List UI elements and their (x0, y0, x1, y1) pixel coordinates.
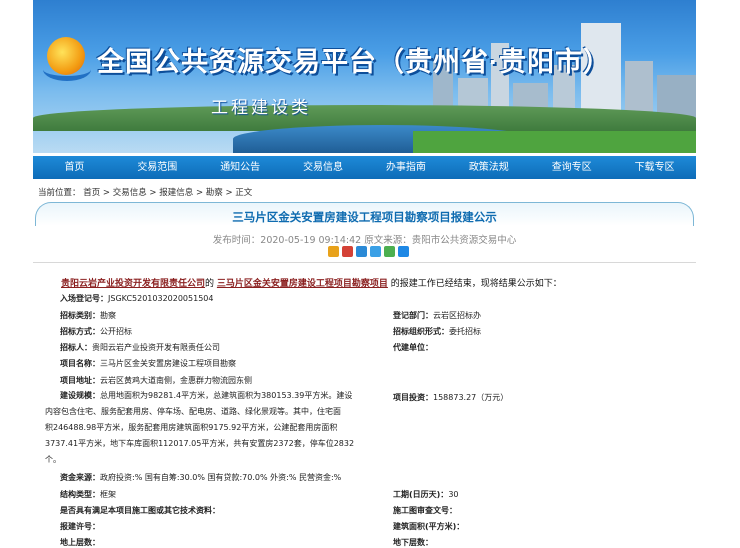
nav-policy[interactable]: 政策法规 (447, 156, 530, 179)
field-label: 招标组织形式： (393, 327, 449, 336)
field-value: 框架 (100, 490, 116, 499)
field-period: 工期(日历天)：30 (393, 489, 459, 500)
field-label: 施工图审查文号： (393, 506, 457, 515)
field-value: 云岩区招标办 (433, 311, 481, 320)
share-weibo-icon[interactable] (342, 246, 353, 257)
field-project-address: 项目地址：云岩区黄鸡大道南侧，金惠群力物流园东侧 (60, 375, 252, 386)
field-label: 建筑面积(平方米)： (393, 522, 465, 531)
field-label: 报建许号： (60, 522, 100, 531)
field-label: 工期(日历天)： (393, 490, 449, 499)
field-label: 登记部门： (393, 311, 433, 320)
field-type: 招标类别：勘察 (60, 310, 116, 321)
divider (33, 262, 696, 263)
field-label: 结构类型： (60, 490, 100, 499)
field-building-area: 建筑面积(平方米)： (393, 521, 464, 532)
field-value: 158873.27（万元） (433, 393, 509, 402)
intro-tail: 的报建工作已经结束，现将结果公示如下： (390, 279, 562, 289)
field-label: 代建单位： (393, 343, 433, 352)
field-agent: 代建单位： (393, 342, 433, 353)
page: 全国公共资源交易平台（贵州省·贵阳市） 工程建设类 首页 交易范围 通知公告 交… (33, 0, 696, 547)
article-meta: 发布时间：2020-05-19 09:14:42 原文来源：贵阳市公共资源交易中… (212, 235, 517, 246)
field-project-name: 项目名称：三马片区金关安置房建设工程项目勘察 (60, 358, 236, 369)
field-value: 委托招标 (449, 327, 481, 336)
nav-guide[interactable]: 办事指南 (365, 156, 448, 179)
site-title: 全国公共资源交易平台（贵州省·贵阳市） (97, 47, 611, 77)
intro-project-link[interactable]: 三马片区金关安置房建设工程项目勘察项目 (217, 279, 388, 289)
lawn-shape (413, 131, 696, 153)
field-org-form: 招标组织形式：委托招标 (393, 326, 481, 337)
intro-org-link[interactable]: 贵阳云岩产业投资开发有限责任公司 (61, 279, 205, 289)
share-bar (328, 246, 409, 257)
field-drawings: 是否具有满足本项目施工图或其它技术资料： (60, 505, 220, 516)
article-title: 三马片区金关安置房建设工程项目勘察项目报建公示 (232, 210, 497, 224)
nav-query[interactable]: 查询专区 (530, 156, 613, 179)
field-reg-no: 入场登记号：JSGKC5201032020051504 (60, 293, 213, 304)
field-scale: 建设规模：总用地面积为98281.4平方米，总建筑面积为380153.39平方米… (45, 388, 355, 468)
field-value: 三马片区金关安置房建设工程项目勘察 (100, 359, 236, 368)
field-label: 地上层数： (60, 538, 100, 547)
logo-arc-icon (43, 58, 91, 81)
field-label: 项目名称： (60, 359, 100, 368)
field-structure: 结构类型：框架 (60, 489, 116, 500)
field-floors-up: 地上层数： (60, 537, 100, 548)
share-more-icon[interactable] (398, 246, 409, 257)
field-floors-down: 地下层数： (393, 537, 433, 548)
article-card: 三马片区金关安置房建设工程项目勘察项目报建公示 发布时间：2020-05-19 … (33, 202, 696, 547)
scale-line-4: 3737.41平方米，地下车库面积112017.05平方米，共有安置房2372套… (45, 439, 355, 448)
field-fund-source: 资金来源：政府投资:% 国有自筹:30.0% 国有贷款:70.0% 外资:% 民… (60, 472, 341, 483)
field-label: 项目投资： (393, 393, 433, 402)
scale-line-3: 积246488.98平方米，服务配套用房建筑面积9175.92平方米，公建配套用… (45, 423, 338, 432)
field-value: JSGKC5201032020051504 (108, 294, 214, 303)
nav-notices[interactable]: 通知公告 (199, 156, 282, 179)
field-label: 建设规模： (60, 391, 100, 400)
field-value: 贵阳云岩产业投资开发有限责任公司 (92, 343, 220, 352)
field-value: 云岩区黄鸡大道南侧，金惠群力物流园东侧 (100, 376, 252, 385)
field-value: 政府投资:% 国有自筹:30.0% 国有贷款:70.0% 外资:% 民营资金:% (100, 473, 342, 482)
nav-download[interactable]: 下载专区 (613, 156, 696, 179)
scale-line-1: 建设规模：总用地面积为98281.4平方米，总建筑面积为380153.39平方米… (45, 388, 355, 404)
scale-line-2: 内容包含住宅、服务配套用房、停车场、配电房、道路、绿化景观等。其中，住宅面 (45, 407, 341, 416)
field-dept: 登记部门：云岩区招标办 (393, 310, 481, 321)
intro-text: 贵阳云岩产业投资开发有限责任公司的 三马片区金关安置房建设工程项目勘察项目 的报… (61, 276, 681, 289)
field-investment: 项目投资：158873.27（万元） (393, 392, 508, 403)
field-label: 招标方式： (60, 327, 100, 336)
field-label: 招标人： (60, 343, 92, 352)
breadcrumb[interactable]: 当前位置： 首页 > 交易信息 > 报建信息 > 勘察 > 正文 (38, 186, 252, 198)
intro-connector: 的 (205, 279, 215, 289)
field-review-no: 施工图审查文号： (393, 505, 457, 516)
scale-line-5: 个。 (45, 455, 61, 464)
nav-trade-info[interactable]: 交易信息 (282, 156, 365, 179)
share-wechat-icon[interactable] (384, 246, 395, 257)
field-label: 是否具有满足本项目施工图或其它技术资料： (60, 506, 220, 515)
field-value: 总用地面积为98281.4平方米，总建筑面积为380153.39平方米。建设 (100, 391, 353, 400)
field-mode: 招标方式：公开招标 (60, 326, 132, 337)
share-renren-icon[interactable] (370, 246, 381, 257)
field-tenderer: 招标人：贵阳云岩产业投资开发有限责任公司 (60, 342, 220, 353)
field-permit-no: 报建许号： (60, 521, 100, 532)
field-label: 地下层数： (393, 538, 433, 547)
field-value: 公开招标 (100, 327, 132, 336)
field-label: 项目地址： (60, 376, 100, 385)
site-subtitle: 工程建设类 (211, 98, 311, 118)
nav-home[interactable]: 首页 (33, 156, 116, 179)
share-qzone-icon[interactable] (328, 246, 339, 257)
field-label: 招标类别： (60, 311, 100, 320)
field-label: 资金来源： (60, 473, 100, 482)
field-label: 入场登记号： (60, 294, 108, 303)
header-banner: 全国公共资源交易平台（贵州省·贵阳市） 工程建设类 (33, 0, 696, 153)
share-tencent-icon[interactable] (356, 246, 367, 257)
field-value: 勘察 (100, 311, 116, 320)
nav-trade-scope[interactable]: 交易范围 (116, 156, 199, 179)
field-value: 30 (448, 490, 459, 499)
main-nav: 首页 交易范围 通知公告 交易信息 办事指南 政策法规 查询专区 下载专区 (33, 156, 696, 179)
